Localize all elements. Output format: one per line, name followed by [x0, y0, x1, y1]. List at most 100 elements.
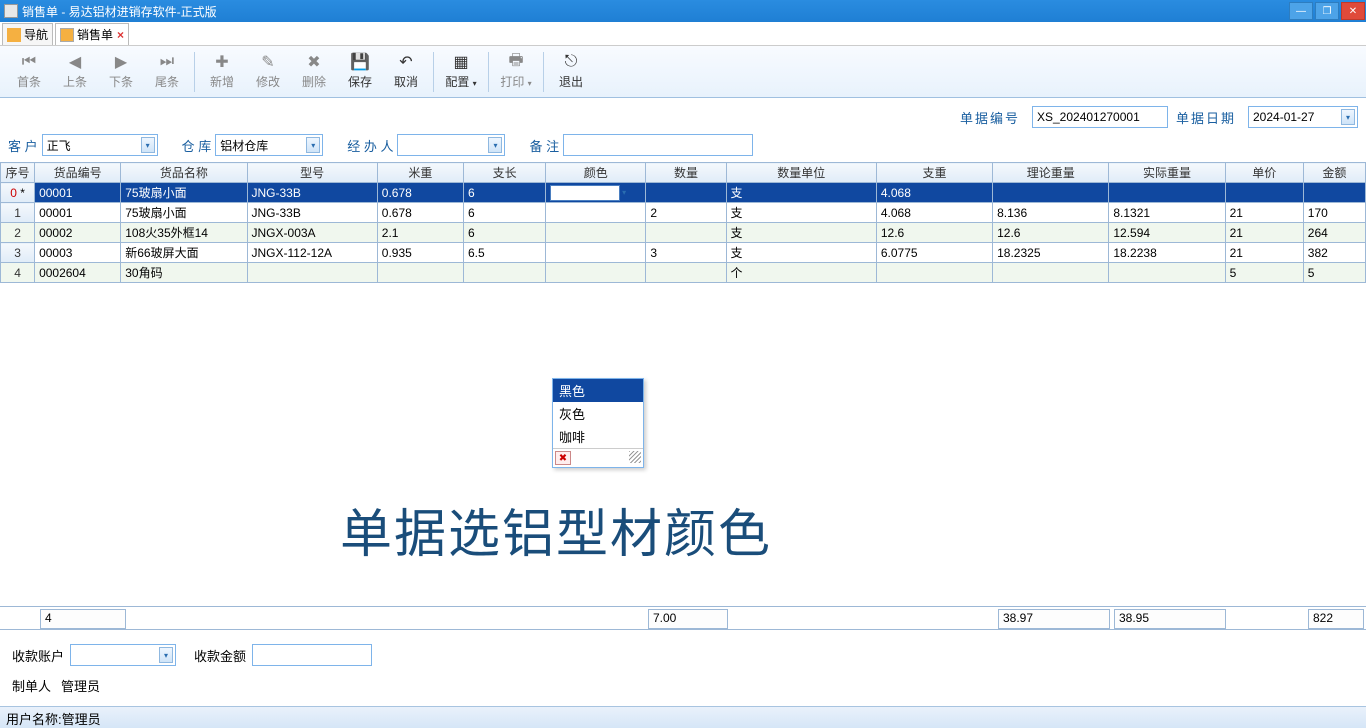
- cell[interactable]: [377, 263, 463, 283]
- cell[interactable]: JNG-33B: [247, 183, 377, 203]
- col-header[interactable]: 支重: [876, 163, 992, 183]
- cell[interactable]: 新66玻屏大面: [121, 243, 247, 263]
- doc-date-input[interactable]: 2024-01-27 ▾: [1248, 106, 1358, 128]
- cell[interactable]: 75玻扇小面: [121, 203, 247, 223]
- toolbar-exit-button[interactable]: ⎋退出: [548, 48, 594, 96]
- color-cell-input[interactable]: [550, 185, 620, 201]
- cell[interactable]: 2.1: [377, 223, 463, 243]
- cell[interactable]: ▾: [546, 183, 646, 203]
- cell[interactable]: [646, 263, 726, 283]
- col-header[interactable]: 实际重量: [1109, 163, 1225, 183]
- cell[interactable]: 18.2325: [993, 243, 1109, 263]
- col-header[interactable]: 米重: [377, 163, 463, 183]
- cell[interactable]: [546, 223, 646, 243]
- chevron-down-icon[interactable]: ▾: [159, 647, 173, 663]
- chevron-down-icon[interactable]: ▾: [306, 137, 320, 153]
- col-header[interactable]: 序号: [1, 163, 35, 183]
- cell[interactable]: 1: [1, 203, 35, 223]
- minimize-button[interactable]: —: [1289, 2, 1313, 20]
- cell[interactable]: 00001: [35, 203, 121, 223]
- cell[interactable]: [1225, 183, 1303, 203]
- tab-sales-order[interactable]: 销售单 ×: [55, 23, 129, 45]
- cell[interactable]: [993, 263, 1109, 283]
- col-header[interactable]: 金额: [1303, 163, 1365, 183]
- cell[interactable]: 3: [646, 243, 726, 263]
- col-header[interactable]: 型号: [247, 163, 377, 183]
- cell[interactable]: 12.6: [993, 223, 1109, 243]
- col-header[interactable]: 单价: [1225, 163, 1303, 183]
- cell[interactable]: 18.2238: [1109, 243, 1225, 263]
- color-option[interactable]: 咖啡: [553, 425, 643, 448]
- cell[interactable]: 0.678: [377, 203, 463, 223]
- cell[interactable]: 3: [1, 243, 35, 263]
- table-row[interactable]: 200002108火35外框14JNGX-003A2.16支12.612.612…: [1, 223, 1366, 243]
- cell[interactable]: 6: [463, 223, 545, 243]
- toolbar-cancel-button[interactable]: ↶取消: [383, 48, 429, 96]
- toolbar-config-button[interactable]: ▦配置 ▾: [438, 48, 484, 96]
- cell[interactable]: 21: [1225, 243, 1303, 263]
- color-option[interactable]: 黑色: [553, 379, 643, 402]
- cell[interactable]: 支: [726, 203, 876, 223]
- cell[interactable]: 21: [1225, 203, 1303, 223]
- cell[interactable]: [1109, 263, 1225, 283]
- cell[interactable]: 00001: [35, 183, 121, 203]
- cell[interactable]: 支: [726, 183, 876, 203]
- chevron-down-icon[interactable]: ▾: [141, 137, 155, 153]
- cell[interactable]: 170: [1303, 203, 1365, 223]
- cell[interactable]: 支: [726, 243, 876, 263]
- data-grid[interactable]: 序号货品编号货品名称型号米重支长颜色数量数量单位支重理论重量实际重量单价金额 0…: [0, 162, 1366, 283]
- cell[interactable]: 个: [726, 263, 876, 283]
- cell[interactable]: JNG-33B: [247, 203, 377, 223]
- cell[interactable]: [993, 183, 1109, 203]
- cell[interactable]: 6: [463, 203, 545, 223]
- cell[interactable]: 6.5: [463, 243, 545, 263]
- customer-combo[interactable]: 正飞 ▾: [42, 134, 158, 156]
- pay-account-combo[interactable]: ▾: [70, 644, 176, 666]
- chevron-down-icon[interactable]: ▾: [1341, 109, 1355, 125]
- close-window-button[interactable]: ✕: [1341, 2, 1365, 20]
- doc-no-input[interactable]: XS_202401270001: [1032, 106, 1168, 128]
- toolbar-save-button[interactable]: 💾保存: [337, 48, 383, 96]
- cell[interactable]: 0.678: [377, 183, 463, 203]
- warehouse-combo[interactable]: 铝材仓库 ▾: [215, 134, 323, 156]
- cell[interactable]: 0 *: [1, 183, 35, 203]
- dropdown-close-icon[interactable]: ✖: [555, 451, 571, 465]
- col-header[interactable]: 数量: [646, 163, 726, 183]
- cell[interactable]: [463, 263, 545, 283]
- cell[interactable]: 5: [1225, 263, 1303, 283]
- cell[interactable]: 12.6: [876, 223, 992, 243]
- cell[interactable]: 21: [1225, 223, 1303, 243]
- table-row[interactable]: 4000260430角码个55: [1, 263, 1366, 283]
- cell[interactable]: [1109, 183, 1225, 203]
- col-header[interactable]: 数量单位: [726, 163, 876, 183]
- cell[interactable]: 0002604: [35, 263, 121, 283]
- cell[interactable]: 4: [1, 263, 35, 283]
- resize-handle-icon[interactable]: [629, 451, 641, 463]
- col-header[interactable]: 支长: [463, 163, 545, 183]
- cell[interactable]: [546, 243, 646, 263]
- cell[interactable]: 30角码: [121, 263, 247, 283]
- cell[interactable]: 8.136: [993, 203, 1109, 223]
- pay-amount-input[interactable]: [252, 644, 372, 666]
- cell[interactable]: 4.068: [876, 183, 992, 203]
- color-option[interactable]: 灰色: [553, 402, 643, 425]
- remark-input[interactable]: [563, 134, 753, 156]
- chevron-down-icon[interactable]: ▾: [488, 137, 502, 153]
- cell[interactable]: 6: [463, 183, 545, 203]
- operator-combo[interactable]: ▾: [397, 134, 505, 156]
- cell[interactable]: JNGX-003A: [247, 223, 377, 243]
- cell[interactable]: 108火35外框14: [121, 223, 247, 243]
- tab-nav[interactable]: 导航: [2, 23, 53, 45]
- cell[interactable]: [646, 183, 726, 203]
- col-header[interactable]: 货品编号: [35, 163, 121, 183]
- col-header[interactable]: 货品名称: [121, 163, 247, 183]
- cell[interactable]: [646, 223, 726, 243]
- cell[interactable]: JNGX-112-12A: [247, 243, 377, 263]
- cell[interactable]: 支: [726, 223, 876, 243]
- col-header[interactable]: 颜色: [546, 163, 646, 183]
- chevron-down-icon[interactable]: ▾: [622, 188, 626, 197]
- cell[interactable]: 2: [1, 223, 35, 243]
- cell[interactable]: 00002: [35, 223, 121, 243]
- close-tab-icon[interactable]: ×: [117, 28, 124, 42]
- color-dropdown[interactable]: 黑色灰色咖啡 ✖: [552, 378, 644, 468]
